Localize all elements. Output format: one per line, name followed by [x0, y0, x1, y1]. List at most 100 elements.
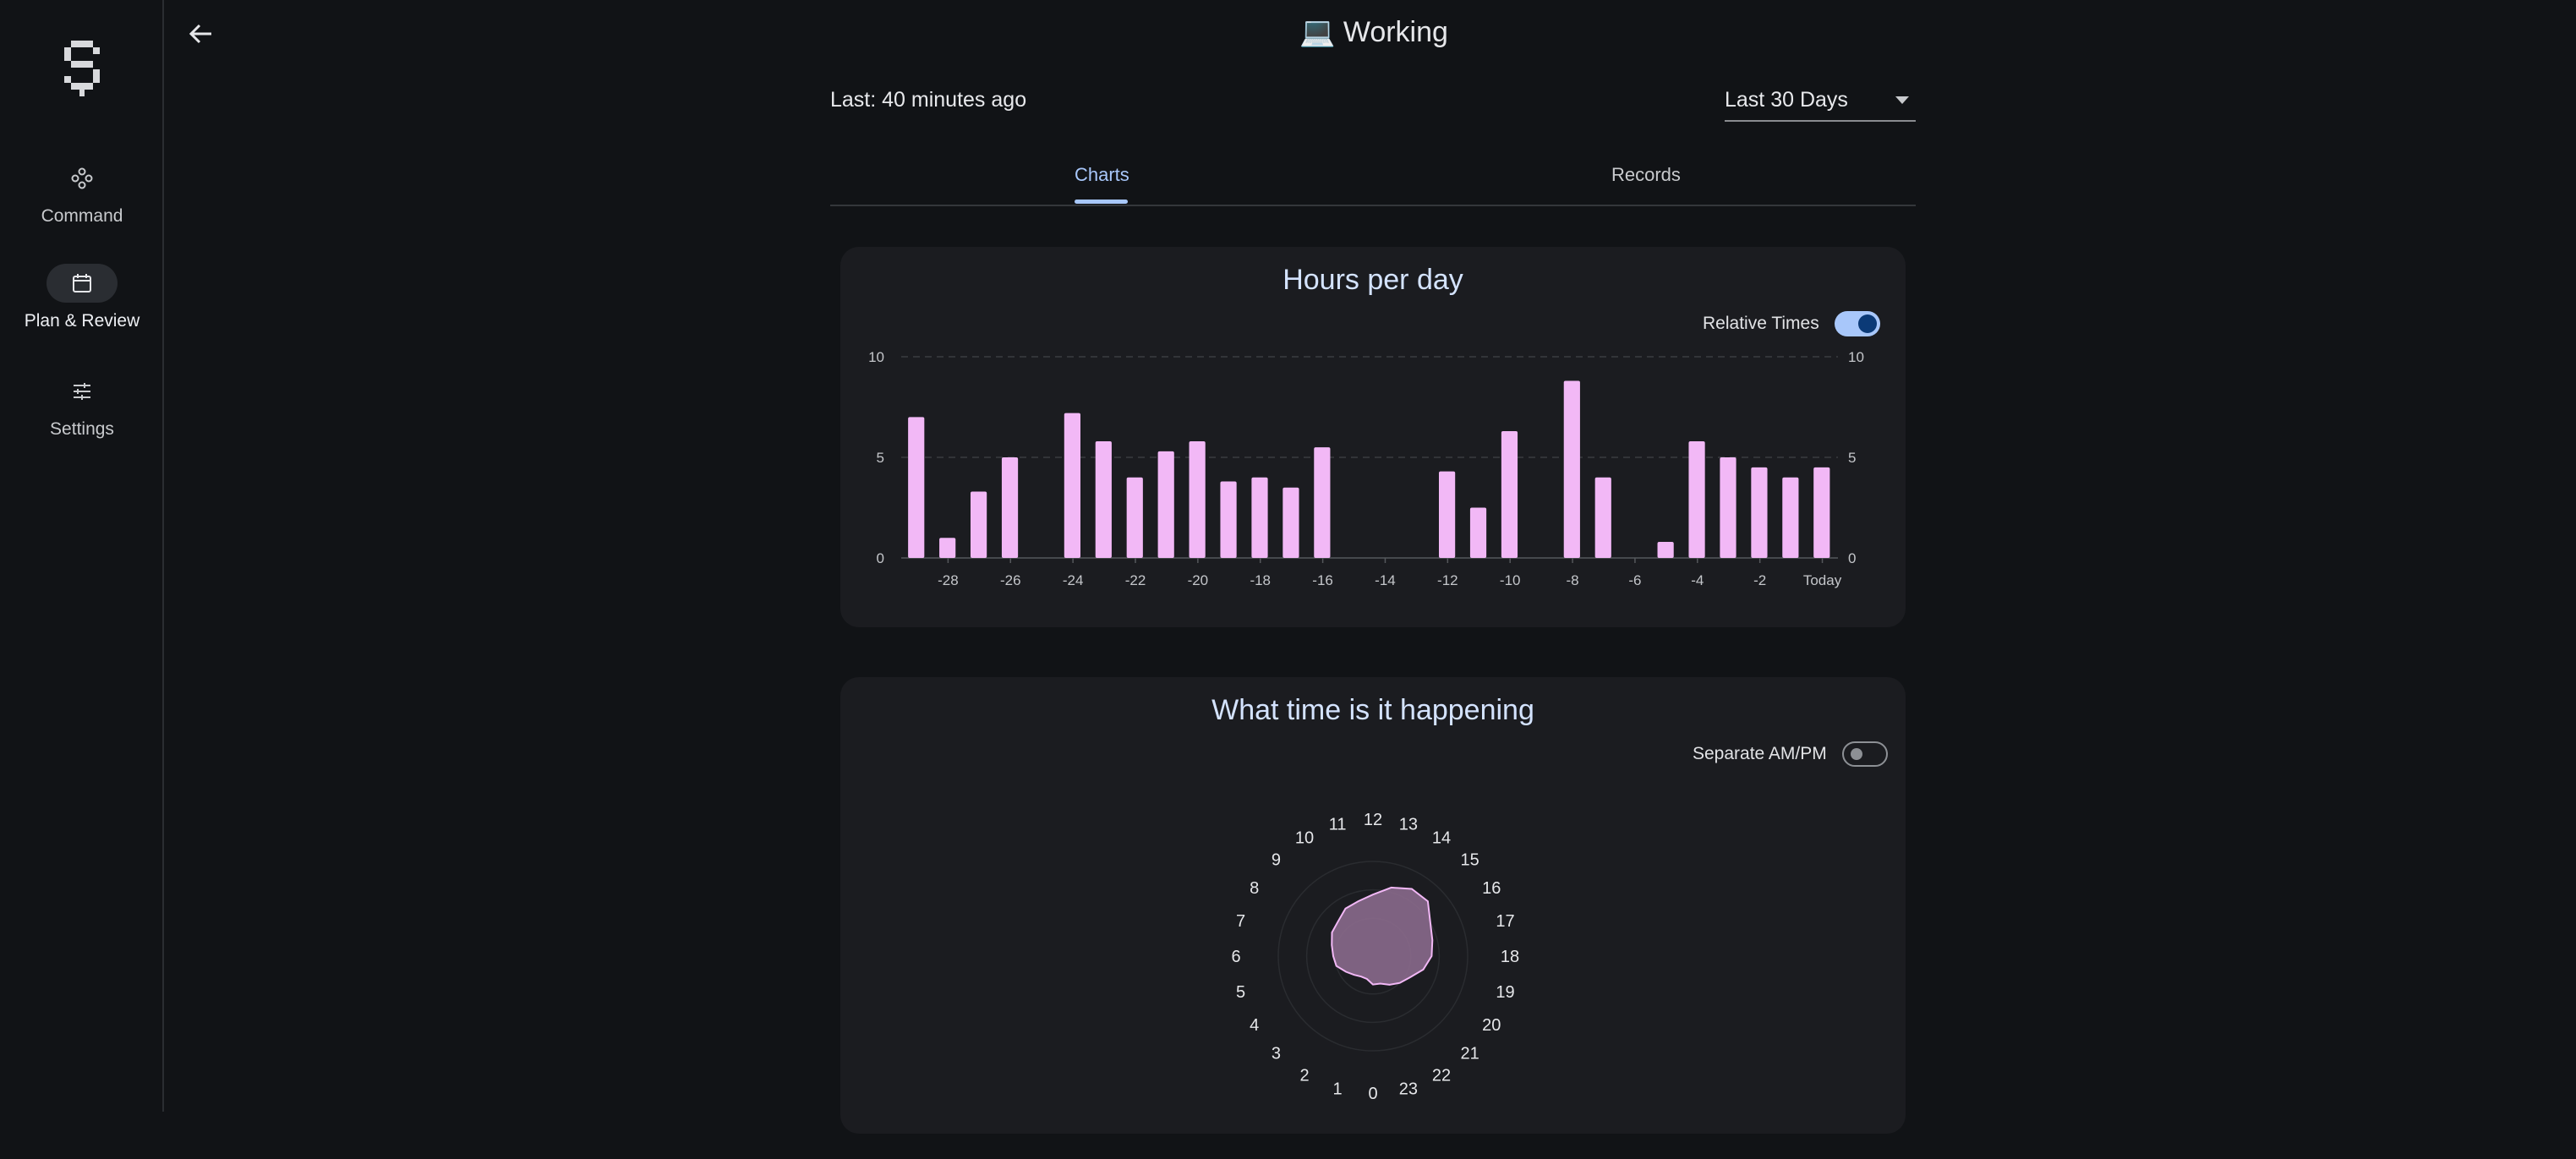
active-tab-indicator — [1075, 200, 1128, 204]
hour-label: 6 — [1231, 948, 1240, 966]
relative-times-switch[interactable] — [1834, 311, 1880, 336]
app-logo-icon — [64, 41, 100, 96]
hour-label: 16 — [1482, 879, 1501, 898]
date-range-select[interactable]: Last 30 Days — [1725, 85, 1916, 122]
x-tick-label: -24 — [1063, 572, 1084, 588]
bar — [1438, 471, 1456, 558]
card-title: Hours per day — [1283, 264, 1463, 296]
hour-label: 19 — [1496, 983, 1514, 1002]
bar — [1001, 457, 1019, 558]
x-tick-label: -2 — [1753, 572, 1766, 588]
hour-label: 2 — [1299, 1066, 1309, 1085]
hour-label: 12 — [1364, 811, 1382, 829]
time-of-day-card: What time is it happening Separate AM/PM… — [840, 677, 1906, 1134]
x-tick-label: -10 — [1500, 572, 1521, 588]
x-tick-label: -12 — [1437, 572, 1458, 588]
navigation-rail: Command Plan & Review Settings — [0, 0, 164, 1112]
nav-item-label: Command — [41, 206, 123, 226]
x-tick-label: Today — [1803, 572, 1842, 588]
bar — [970, 491, 987, 558]
bar — [1688, 440, 1705, 558]
nav-item-label: Settings — [50, 419, 114, 439]
bar — [1563, 380, 1580, 558]
bar — [1189, 440, 1206, 558]
hour-label: 4 — [1250, 1016, 1259, 1035]
x-tick-label: -20 — [1188, 572, 1209, 588]
x-tick-label: -8 — [1567, 572, 1579, 588]
toggle-label: Separate AM/PM — [1693, 744, 1827, 763]
y-tick-label-left: 5 — [877, 450, 884, 466]
hour-label: 0 — [1368, 1085, 1377, 1103]
y-tick-label-left: 0 — [877, 550, 884, 566]
hour-label: 21 — [1460, 1045, 1479, 1063]
hour-label: 18 — [1501, 948, 1519, 966]
hour-label: 14 — [1432, 829, 1451, 848]
bar — [1126, 477, 1143, 558]
bar — [1314, 447, 1331, 558]
hour-label: 9 — [1272, 850, 1281, 869]
bar — [1720, 457, 1736, 558]
sliders-icon — [46, 372, 118, 411]
tab-records[interactable]: Records — [1611, 164, 1681, 186]
hour-label: 17 — [1496, 912, 1514, 931]
hour-label: 7 — [1236, 912, 1245, 931]
tab-charts[interactable]: Charts — [1075, 164, 1129, 186]
card-title: What time is it happening — [1211, 694, 1534, 726]
hour-label: 8 — [1250, 879, 1259, 898]
bar — [1251, 477, 1268, 558]
bar — [1469, 507, 1487, 558]
x-tick-label: -6 — [1628, 572, 1641, 588]
hour-label: 22 — [1432, 1066, 1451, 1085]
hour-label: 20 — [1482, 1016, 1501, 1035]
nav-item-settings[interactable]: Settings — [0, 372, 164, 440]
x-tick-label: -26 — [1000, 572, 1021, 588]
separate-am-pm-switch[interactable] — [1841, 741, 1888, 767]
nav-item-command[interactable]: Command — [0, 159, 164, 227]
hour-label: 11 — [1329, 816, 1347, 834]
hour-label: 1 — [1333, 1080, 1343, 1099]
y-tick-label-right: 5 — [1848, 450, 1856, 466]
toggle-label: Relative Times — [1703, 314, 1819, 333]
hour-label: 13 — [1399, 816, 1418, 834]
x-tick-label: -16 — [1312, 572, 1333, 588]
hour-label: 15 — [1460, 850, 1479, 869]
bar — [1813, 467, 1830, 558]
bar — [1157, 451, 1174, 558]
bar — [1751, 467, 1768, 558]
y-tick-label-right: 0 — [1848, 550, 1856, 566]
x-tick-label: -22 — [1125, 572, 1146, 588]
date-range-value: Last 30 Days — [1725, 88, 1848, 112]
bar — [1594, 477, 1611, 558]
bar — [1220, 481, 1237, 558]
nav-item-label: Plan & Review — [24, 311, 140, 331]
last-seen-text: Last: 40 minutes ago — [830, 88, 1027, 112]
radar-area — [1331, 886, 1434, 986]
x-tick-label: -4 — [1691, 572, 1704, 588]
bar — [1782, 477, 1799, 558]
hour-label: 5 — [1236, 983, 1245, 1002]
bar — [1657, 541, 1674, 558]
chevron-down-icon — [1895, 96, 1909, 104]
command-joystick-icon — [46, 159, 118, 198]
nav-item-plan-review[interactable]: Plan & Review — [0, 264, 164, 331]
calendar-icon — [46, 264, 118, 303]
hour-label: 23 — [1399, 1080, 1418, 1099]
tab-bar: Charts Records — [830, 157, 1916, 206]
bar — [908, 417, 925, 558]
x-tick-label: -14 — [1375, 572, 1396, 588]
hour-label: 10 — [1295, 829, 1314, 848]
back-arrow-icon[interactable] — [186, 19, 216, 49]
y-tick-label-left: 10 — [868, 349, 884, 365]
x-tick-label: -18 — [1250, 572, 1271, 588]
separate-am-pm-toggle-row: Separate AM/PM — [1693, 741, 1888, 767]
bar — [1501, 431, 1518, 558]
hours-bar-chart: 0 0 5 5 10 10 -28 -26 -24 -22 -20 -18 -16 -14 -12 -10 -8… — [868, 349, 1864, 588]
hour-label: 3 — [1272, 1045, 1281, 1063]
relative-times-toggle-row: Relative Times — [1703, 311, 1880, 336]
bar — [1064, 413, 1080, 558]
bar — [939, 538, 956, 558]
y-tick-label-right: 10 — [1848, 349, 1864, 365]
hours-per-day-card: Hours per day Relative Times 0 0 5 5 10 10 -28… — [840, 247, 1906, 627]
bar — [1283, 487, 1299, 558]
page-title: 💻 Working — [1299, 16, 1448, 48]
